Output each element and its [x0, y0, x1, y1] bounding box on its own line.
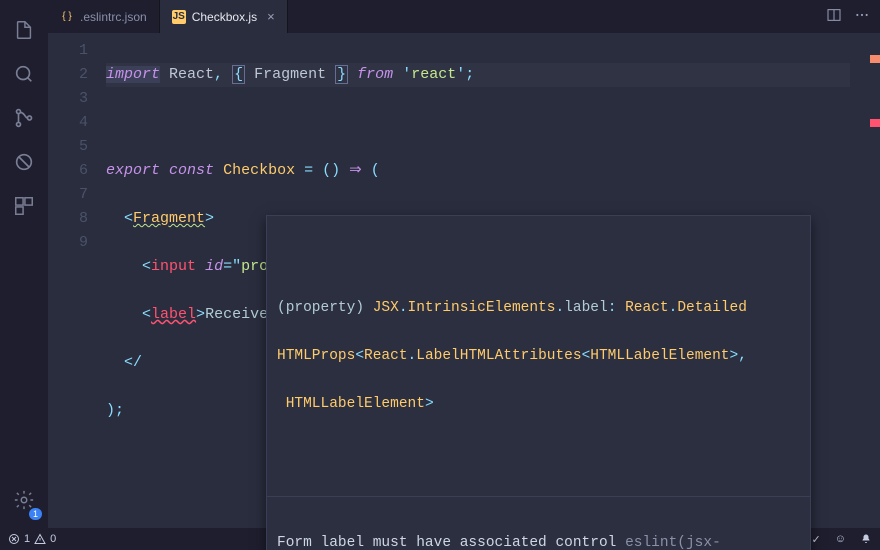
hover-widget: (property) JSX.IntrinsicElements.label: …	[266, 215, 811, 550]
source-control-icon[interactable]	[0, 96, 48, 140]
status-bell-icon[interactable]	[860, 533, 872, 545]
hover-lint-message: Form label must have associated control …	[267, 496, 810, 550]
debug-icon[interactable]	[0, 140, 48, 184]
tab-bar: { } .eslintrc.json JS Checkbox.js ×	[48, 0, 880, 33]
overview-ruler[interactable]	[866, 33, 880, 528]
tab-eslintrc[interactable]: { } .eslintrc.json	[48, 0, 160, 33]
tab-checkbox-js[interactable]: JS Checkbox.js ×	[160, 0, 288, 33]
code-editor[interactable]: 123 456 789 import React, { Fragment } f…	[48, 33, 880, 528]
extensions-icon[interactable]	[0, 184, 48, 228]
search-icon[interactable]	[0, 52, 48, 96]
tab-tools	[826, 0, 880, 33]
hover-type-info: (property) JSX.IntrinsicElements.label: …	[267, 264, 810, 448]
settings-gear-icon[interactable]: 1	[0, 478, 48, 522]
minimap[interactable]	[850, 33, 866, 528]
ruler-warning-mark[interactable]	[870, 55, 880, 63]
json-icon: { }	[60, 10, 74, 24]
activity-bar: 1	[0, 0, 48, 528]
explorer-icon[interactable]	[0, 8, 48, 52]
js-icon: JS	[172, 10, 186, 24]
status-problems[interactable]: 1 0	[8, 533, 56, 545]
settings-badge: 1	[29, 508, 42, 520]
ruler-error-mark[interactable]	[870, 119, 880, 127]
line-gutter: 123 456 789	[48, 33, 106, 528]
editor-area: { } .eslintrc.json JS Checkbox.js × 12	[48, 0, 880, 528]
more-icon[interactable]	[854, 7, 870, 26]
tab-label: Checkbox.js	[192, 10, 257, 24]
main-area: 1 { } .eslintrc.json JS Checkbox.js ×	[0, 0, 880, 528]
close-icon[interactable]: ×	[267, 9, 275, 24]
tab-label: .eslintrc.json	[80, 10, 147, 24]
split-editor-icon[interactable]	[826, 7, 842, 26]
code-content[interactable]: import React, { Fragment } from 'react';…	[106, 33, 850, 528]
